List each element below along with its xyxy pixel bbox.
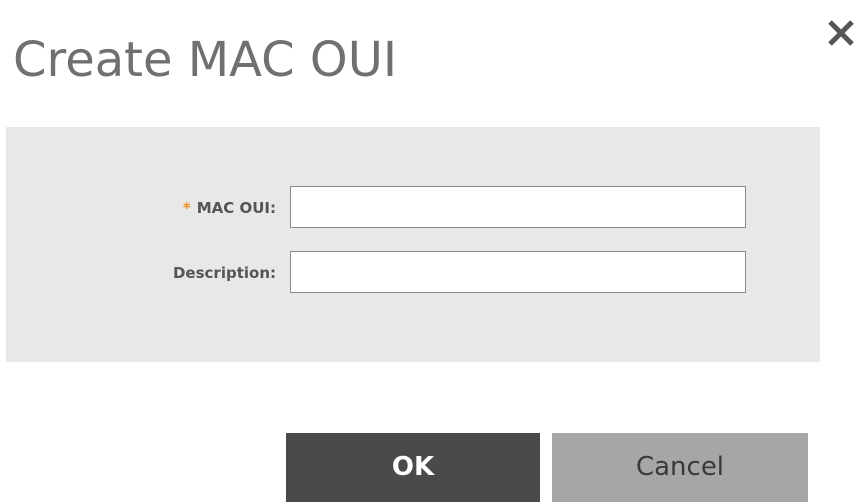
- mac-oui-row: * MAC OUI:: [6, 186, 820, 230]
- create-mac-oui-dialog: Create MAC OUI * MAC OUI: Description: OK…: [0, 0, 861, 502]
- description-label: Description:: [172, 264, 276, 282]
- close-button[interactable]: [824, 14, 858, 48]
- description-input[interactable]: [290, 251, 746, 293]
- description-row: Description:: [6, 251, 820, 295]
- ok-button[interactable]: OK: [286, 433, 540, 502]
- form-panel: * MAC OUI: Description:: [6, 127, 820, 362]
- mac-oui-label-wrap: * MAC OUI:: [183, 186, 276, 230]
- cancel-button[interactable]: Cancel: [552, 433, 808, 502]
- mac-oui-label: MAC OUI:: [196, 199, 276, 217]
- close-icon: [828, 20, 854, 46]
- required-marker: *: [182, 199, 191, 217]
- mac-oui-input[interactable]: [290, 186, 746, 228]
- dialog-title: Create MAC OUI: [13, 32, 397, 88]
